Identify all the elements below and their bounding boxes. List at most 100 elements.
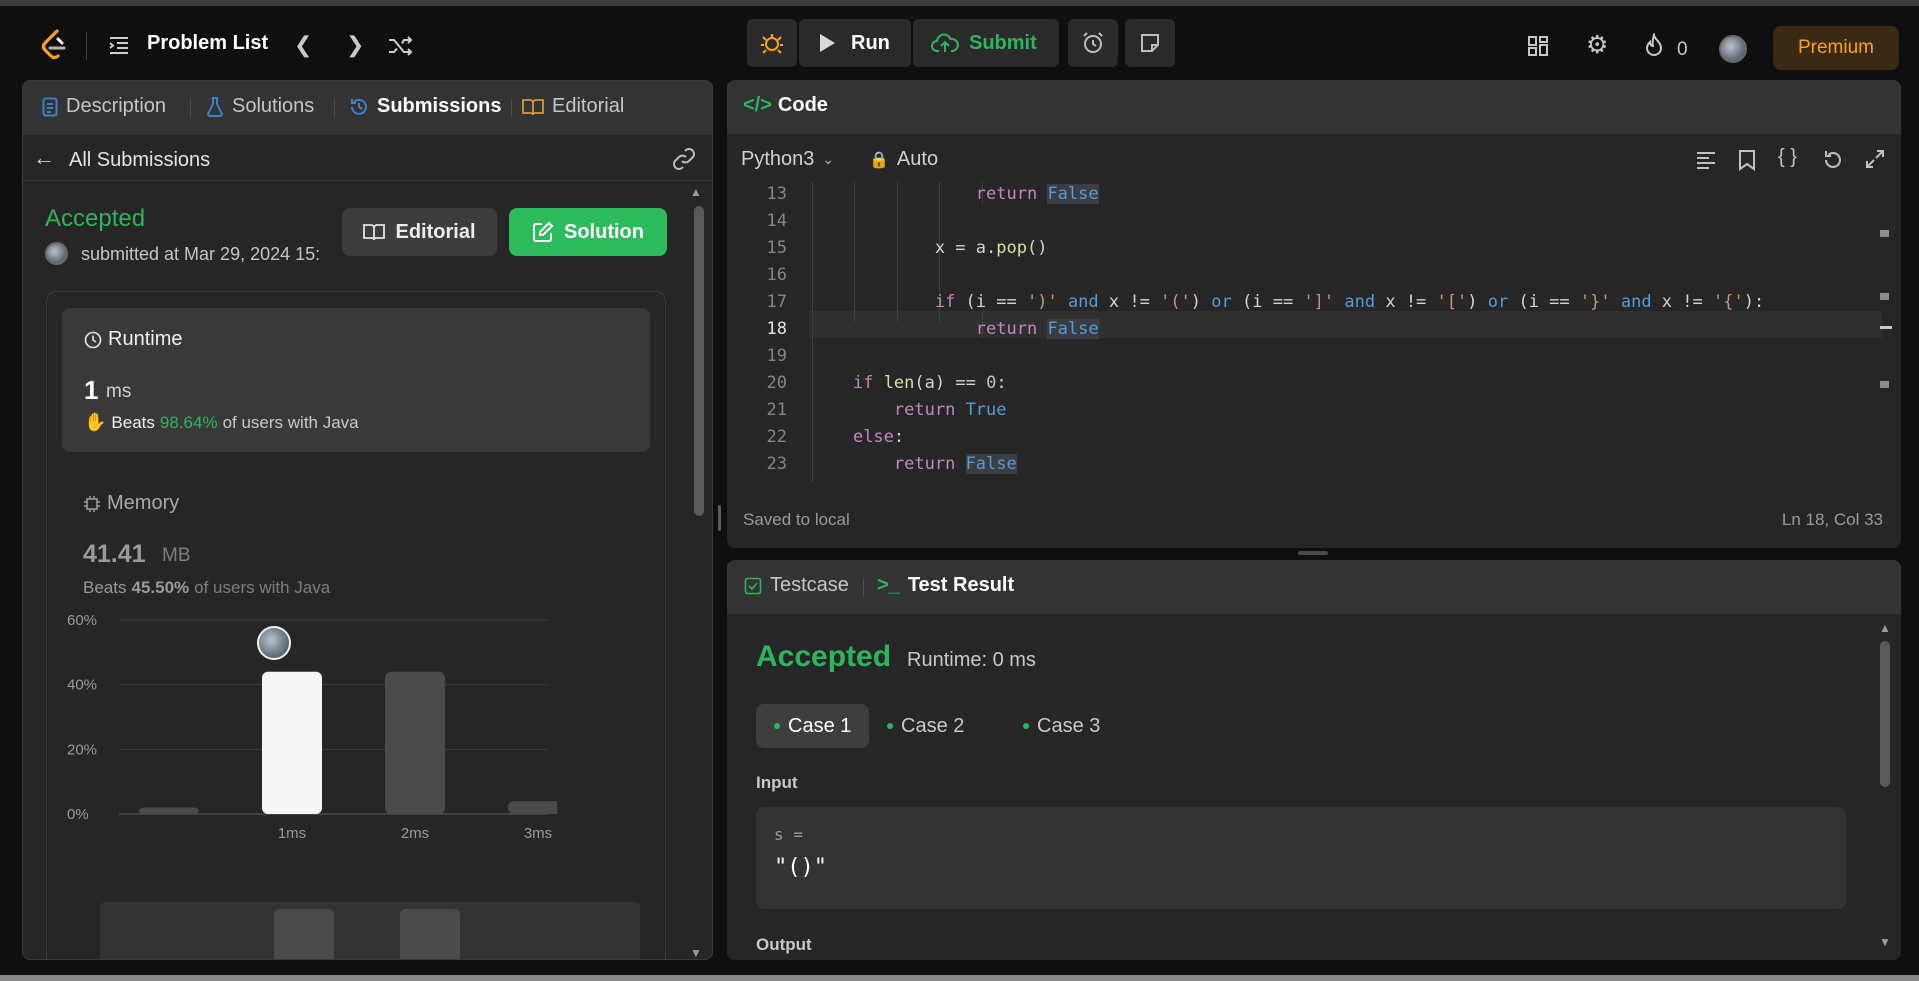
premium-button[interactable]: Premium [1773,26,1899,70]
runtime-label: Runtime [108,328,183,350]
input-value: "()" [774,855,827,880]
clap-icon: ✋ [84,412,107,432]
code-tab[interactable]: </> Code [743,94,828,117]
link-icon[interactable] [671,148,697,170]
braces-icon[interactable]: { } [1778,146,1797,169]
code-line: else: [852,427,905,447]
flame-icon[interactable] [1644,33,1664,57]
case-tab-1[interactable]: Case 1 [756,704,870,748]
memory-label: Memory [107,492,180,514]
scroll-up-icon[interactable]: ▲ [1879,621,1891,635]
checkbox-icon [744,577,762,594]
divider [86,32,87,60]
tab-test-result[interactable]: >_ Test Result [877,574,1014,597]
tab-divider [334,99,335,117]
auto-mode[interactable]: 🔒 Auto [869,148,938,171]
debug-button[interactable] [747,19,797,67]
note-icon [1141,34,1159,52]
user-avatar[interactable] [1719,35,1747,63]
chip-icon [84,495,100,512]
bookmark-icon[interactable] [1738,149,1756,171]
x-tick-label: 2ms [401,825,429,842]
cursor-position[interactable]: Ln 18, Col 33 [1782,510,1883,530]
memory-mini-chart [100,902,640,959]
chart-bar[interactable] [262,671,322,814]
description-icon [42,97,58,116]
solution-button[interactable]: Solution [509,208,667,256]
submit-button[interactable]: Submit [913,19,1059,67]
tab-editorial[interactable]: Editorial [522,95,624,118]
timer-button[interactable] [1068,19,1118,67]
problem-list-title[interactable]: Problem List [147,32,268,55]
editorial-button[interactable]: Editorial [342,208,497,256]
code-title: Code [777,94,828,116]
scroll-thumb[interactable] [694,206,704,516]
chart-bar[interactable] [385,671,445,814]
scroll-thumb[interactable] [1880,641,1890,787]
layout-icon[interactable] [1527,35,1549,57]
tab-label: Description [66,95,167,117]
tab-submissions[interactable]: Submissions [349,95,501,118]
bug-icon [761,34,783,54]
list-icon[interactable] [108,35,130,55]
runtime-card[interactable]: Runtime 1 ms ✋ Beats 98.64% of users wit… [62,308,650,452]
runtime-beats: ✋ Beats 98.64% of users with Java [84,412,359,433]
chart-bar[interactable] [508,801,557,814]
result-scrollbar[interactable]: ▲ ▼ [1879,621,1892,955]
scroll-down-icon[interactable]: ▼ [1879,935,1891,949]
my-submission-avatar [257,626,291,660]
shuffle-icon[interactable] [388,36,414,56]
beats-prefix: Beats [83,578,127,597]
code-line: if len(a) == 0: [852,373,1007,393]
chevron-right-icon[interactable]: ❯ [346,34,364,56]
format-icon[interactable] [1695,150,1717,170]
tab-label: Submissions [377,95,502,117]
memory-header[interactable]: Memory [83,492,179,515]
all-submissions-link[interactable]: All Submissions [69,149,210,172]
tab-description[interactable]: Description [42,95,166,118]
code-line: x = a.pop() [812,238,1048,258]
vertical-resize-handle[interactable] [718,505,721,531]
runtime-distribution-chart: 60% 40% 20% 0% 1ms 2ms 3ms [67,612,557,842]
line-number: 13 [766,184,787,204]
tab-solutions[interactable]: Solutions [206,95,314,118]
submit-label: Submit [969,31,1037,54]
beats-suffix: of users with Java [222,412,359,432]
result-tab-bar: Testcase >_ Test Result [727,560,1901,614]
run-label: Run [851,31,890,54]
run-button[interactable]: Run [799,19,911,67]
expand-icon[interactable] [1865,149,1885,169]
left-scrollbar[interactable]: ▲ ▼ [690,185,704,959]
gear-icon[interactable]: ⚙ [1586,33,1608,58]
runtime-unit: ms [106,381,132,402]
arrow-left-icon[interactable]: ← [33,145,55,171]
chevron-left-icon[interactable]: ❮ [294,34,312,56]
scroll-down-icon[interactable]: ▼ [690,946,702,959]
case-tab-3[interactable]: Case 3 [1005,704,1118,748]
language-select[interactable]: Python3 ⌄ [741,148,834,171]
tab-divider [190,99,191,117]
y-tick-label: 60% [67,612,97,629]
window-frame-bottom [0,975,1919,981]
tab-testcase[interactable]: Testcase [744,574,849,597]
leetcode-logo[interactable] [38,28,70,62]
output-label: Output [756,935,812,954]
notes-button[interactable] [1125,19,1175,67]
code-line: if (i == ')' and x != '(') or (i == ']' … [934,292,1765,312]
pass-dot [887,723,893,729]
reset-icon[interactable] [1822,149,1844,171]
input-variable: s = [774,825,803,844]
horizontal-resize-handle[interactable] [1298,551,1328,555]
case-label: Case 2 [901,714,965,737]
case-label: Case 1 [788,714,852,737]
code-line: return False [975,319,1099,339]
y-tick-label: 0% [67,806,89,823]
line-number: 20 [766,373,787,393]
case-tab-2[interactable]: Case 2 [869,704,982,748]
scroll-up-icon[interactable]: ▲ [690,185,702,199]
code-content[interactable]: 13 14 15 16 17 18 19 20 21 22 23 return … [727,182,1882,482]
solution-button-label: Solution [564,220,644,243]
chart-bar[interactable] [139,807,199,814]
code-line: return False [893,454,1017,474]
tab-divider [863,578,864,596]
